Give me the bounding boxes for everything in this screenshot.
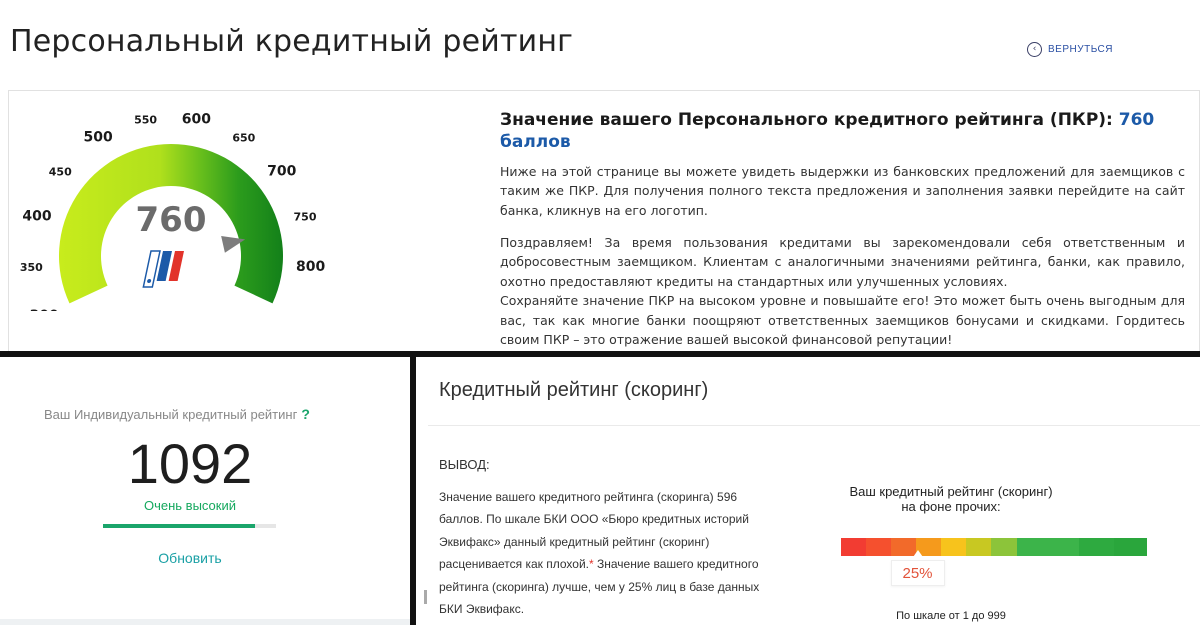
pkr-heading: Значение вашего Персонального кредитного… (500, 109, 1190, 153)
panel-footer-line (0, 619, 410, 625)
scale-segment (941, 538, 967, 556)
side-marker (424, 590, 427, 604)
pkr-paragraph-2: Поздравляем! За время пользования кредит… (500, 233, 1185, 349)
ikr-value: 1092 (127, 432, 253, 495)
chevron-left-icon: ‹ (1027, 42, 1042, 57)
ikr-progress-bar (103, 524, 276, 528)
bank-logo-icon (142, 250, 184, 288)
gauge-tick-label: 550 (134, 113, 157, 126)
ikr-progress-fill (103, 524, 256, 528)
scale-segment (1079, 538, 1115, 556)
pkr-paragraph-2a: Поздравляем! За время пользования кредит… (500, 235, 1185, 289)
pkr-heading-text: Значение вашего Персонального кредитного… (500, 110, 1119, 130)
percentile-tip (910, 550, 925, 560)
gauge-tick-label: 700 (267, 163, 296, 179)
back-label: ВЕРНУТЬСЯ (1048, 44, 1113, 55)
gauge-tick-label: 450 (49, 165, 72, 178)
scale-segment (866, 538, 892, 556)
ikr-level: Очень высокий (143, 498, 236, 513)
ikr-label-text: Ваш Индивидуальный кредитный рейтинг (44, 407, 298, 422)
pkr-paragraph-1: Ниже на этой странице вы можете увидеть … (500, 164, 1185, 218)
conclusion-text: Значение вашего кредитного рейтинга (ско… (439, 486, 784, 620)
help-icon[interactable]: ? (301, 406, 310, 422)
gauge-value: 760 (136, 200, 207, 240)
back-link[interactable]: ‹ ВЕРНУТЬСЯ (1027, 42, 1113, 57)
pkr-paragraph-2b: Сохраняйте значение ПКР на высоком уровн… (500, 293, 1185, 348)
gauge-tick-label: 350 (20, 261, 43, 274)
scale-title: Ваш кредитный рейтинг (скоринг) на фоне … (849, 484, 1053, 514)
conclusion-label: ВЫВОД: (439, 457, 490, 472)
scale-segment (991, 538, 1017, 556)
gauge-tick-label: 650 (232, 131, 255, 144)
gauge-tick-label: 850 (286, 310, 309, 311)
scoring-scale (841, 538, 1147, 556)
scoring-panel: Кредитный рейтинг (скоринг) ВЫВОД: Значе… (416, 357, 1200, 625)
ikr-label: Ваш Индивидуальный кредитный рейтинг? (44, 406, 310, 422)
scale-segment (1016, 538, 1080, 556)
pkr-gauge: 300 350 400 450 500 550 600 650 700 750 800 850 760 (20, 111, 326, 311)
gauge-tick-label: 800 (296, 259, 325, 275)
ikr-panel: Ваш Индивидуальный кредитный рейтинг? 10… (0, 357, 410, 625)
scale-segment (841, 538, 867, 556)
scoring-separator (428, 425, 1200, 426)
gauge-tick-label: 300 (29, 308, 58, 311)
scale-segment (1114, 538, 1147, 556)
refresh-link[interactable]: Обновить (0, 550, 380, 566)
page-title: Персональный кредитный рейтинг (10, 24, 574, 59)
pkr-panel: 300 350 400 450 500 550 600 650 700 750 800 850 760… (8, 90, 1200, 352)
scale-caption: По шкале от 1 до 999 (896, 610, 1006, 622)
scoring-title: Кредитный рейтинг (скоринг) (439, 379, 709, 401)
percentile-value: 25% (902, 565, 933, 582)
gauge-tick-label: 500 (84, 129, 113, 145)
gauge-tick-label: 600 (182, 111, 211, 127)
scale-segment (966, 538, 992, 556)
gauge-tick-label: 750 (294, 210, 317, 223)
gauge-tick-label: 400 (22, 208, 51, 224)
